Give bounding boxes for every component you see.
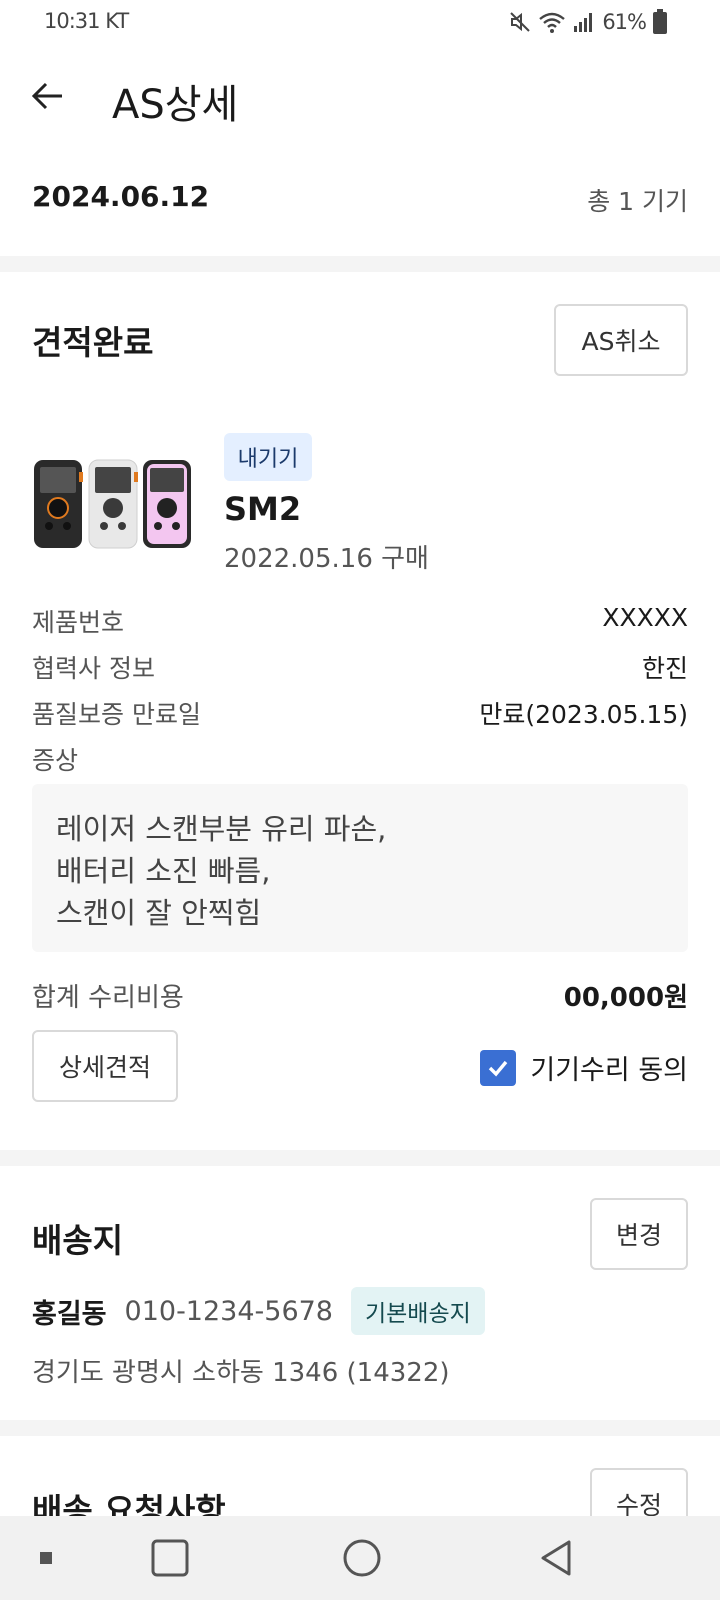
shipping-title: 배송지: [32, 1221, 124, 1260]
arrow-left-icon: [31, 82, 62, 110]
recipient-name: 홍길동: [32, 1298, 107, 1330]
info-label: 품질보증 만료일: [32, 700, 201, 729]
signal-icon: [574, 13, 593, 32]
detail-estimate-button[interactable]: 상세견적: [32, 1030, 178, 1102]
status-time: 10:31 KT: [44, 9, 129, 33]
shipping-address: 경기도 광명시 소하동 1346 (14322): [32, 1358, 450, 1388]
back-triangle-icon: [541, 1540, 571, 1576]
summary-row: 2024.06.12 총 1 기기: [0, 172, 720, 224]
recipient-phone: 010-1234-5678: [124, 1295, 333, 1327]
system-nav-bar: [0, 1516, 720, 1600]
recipient-row: 홍길동 010-1234-5678 기본배송지: [32, 1286, 485, 1336]
info-value: 만료(2023.05.15): [479, 700, 688, 729]
section-divider: [0, 1420, 720, 1436]
symptom-line: 배터리 소진 빠름,: [56, 854, 271, 888]
section-divider: [0, 1150, 720, 1166]
symptom-label: 증상: [32, 746, 79, 775]
info-row-warranty: 품질보증 만료일 만료(2023.05.15): [32, 695, 688, 735]
wifi-icon: [539, 12, 566, 33]
total-cost-row: 합계 수리비용 00,000원: [32, 977, 688, 1017]
info-value: 한진: [641, 654, 688, 683]
battery-icon: [653, 9, 667, 34]
repair-agree-checkbox[interactable]: [480, 1049, 517, 1086]
request-date: 2024.06.12: [32, 180, 210, 213]
home-button[interactable]: [332, 1516, 392, 1600]
device-count: 총 1 기기: [587, 187, 688, 216]
my-device-badge: 내기기: [224, 433, 312, 481]
device-white: [88, 459, 138, 549]
recents-button[interactable]: [140, 1516, 200, 1600]
status-bar: 10:31 KT 61%: [0, 0, 720, 46]
section-divider: [0, 256, 720, 272]
total-cost-value: 00,000원: [563, 983, 688, 1013]
recent-dot-button[interactable]: [26, 1516, 66, 1600]
symptom-line: 레이저 스캔부분 유리 파손,: [56, 812, 387, 846]
recents-square-icon: [151, 1539, 189, 1577]
change-address-button[interactable]: 변경: [590, 1198, 688, 1270]
status-icons: 61%: [508, 9, 668, 35]
check-icon: [489, 1060, 508, 1077]
symptom-box: 레이저 스캔부분 유리 파손, 배터리 소진 빠름, 스캔이 잘 안찍힘: [32, 784, 688, 952]
info-row-serial: 제품번호 XXXXX: [32, 603, 688, 643]
recent-dot-icon: [40, 1552, 52, 1564]
back-button[interactable]: [28, 76, 68, 116]
purchase-date: 2022.05.16 구매: [224, 544, 429, 574]
repair-agree-label: 기기수리 동의: [530, 1055, 688, 1086]
default-address-badge: 기본배송지: [350, 1287, 485, 1335]
home-circle-icon: [343, 1539, 381, 1577]
info-label: 제품번호: [32, 608, 125, 637]
symptom-line: 스캔이 잘 안찍힘: [56, 896, 262, 930]
total-cost-label: 합계 수리비용: [32, 983, 184, 1013]
symptom-label-row: 증상: [32, 741, 688, 781]
as-cancel-button[interactable]: AS취소: [554, 304, 688, 376]
mute-icon: [510, 12, 531, 32]
product-image: [34, 459, 191, 549]
device-black: [34, 460, 83, 548]
estimate-status: 견적완료: [32, 323, 154, 362]
battery-percent: 61%: [602, 10, 647, 34]
app-bar: AS상세: [0, 60, 720, 136]
model-name: SM2: [224, 490, 302, 528]
back-nav-button[interactable]: [526, 1516, 586, 1600]
repair-agree-toggle[interactable]: 기기수리 동의: [480, 1048, 688, 1087]
info-label: 협력사 정보: [32, 654, 155, 683]
page-title: AS상세: [112, 82, 239, 128]
device-pink: [143, 460, 191, 548]
info-value: XXXXX: [602, 603, 688, 632]
info-row-partner: 협력사 정보 한진: [32, 649, 688, 689]
